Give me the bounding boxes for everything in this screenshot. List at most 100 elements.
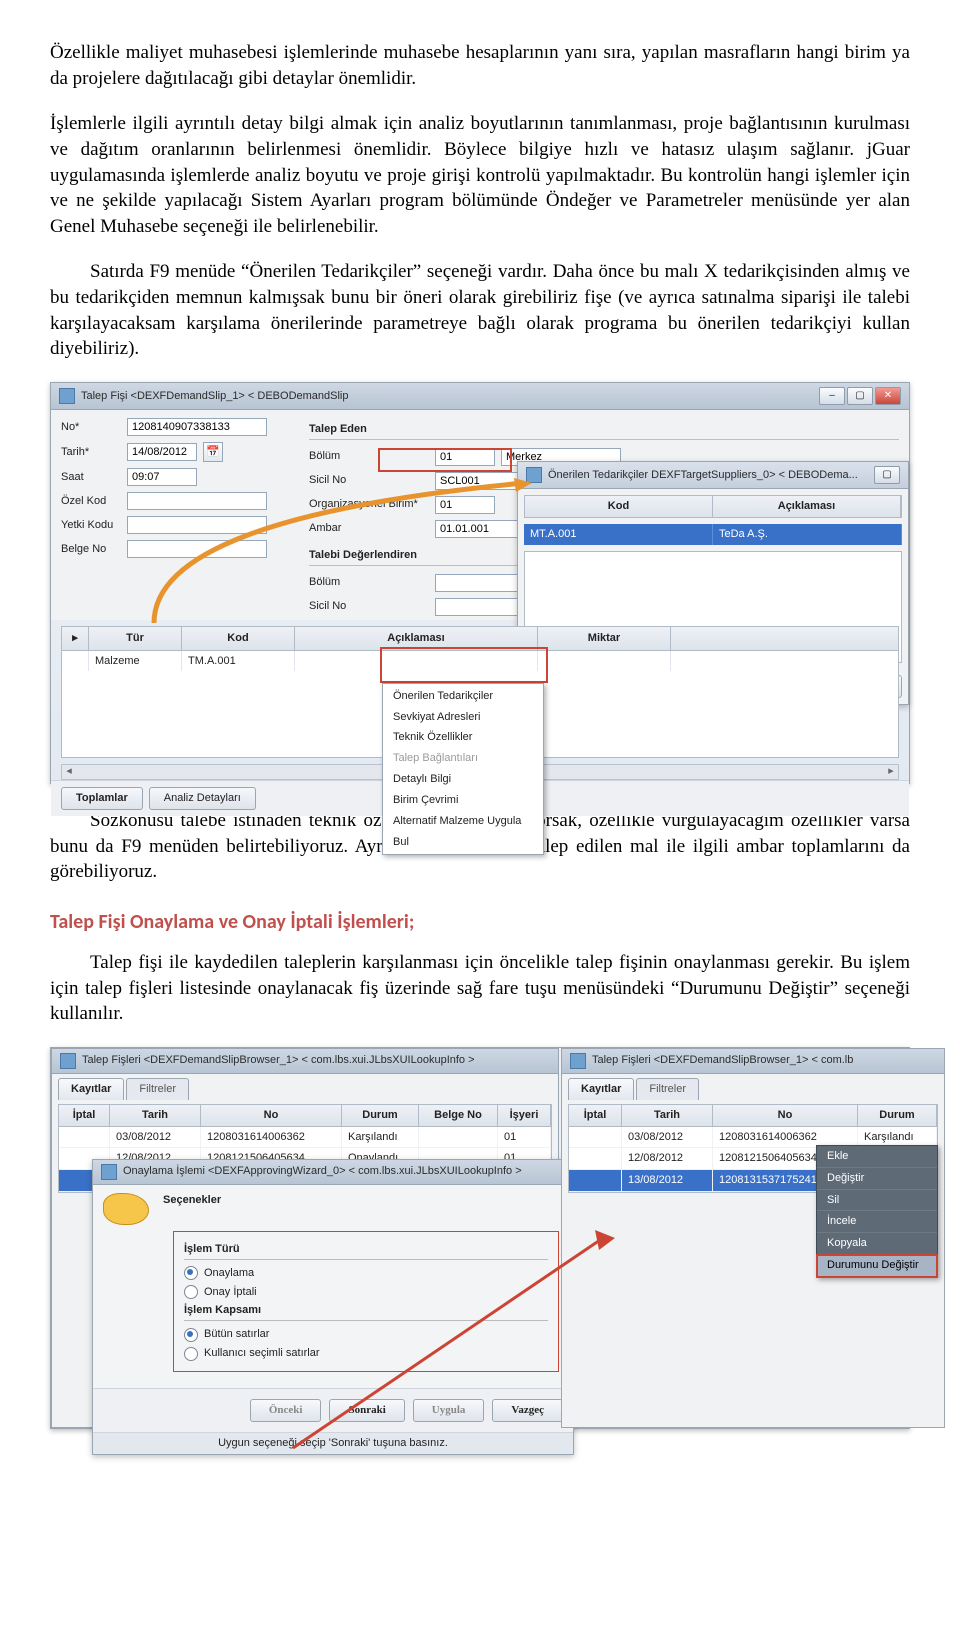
tab-kayitlar[interactable]: Kayıtlar bbox=[58, 1078, 124, 1100]
label-bolum2: Bölüm bbox=[309, 575, 429, 590]
ctx-bul[interactable]: Bul bbox=[383, 832, 543, 853]
app-icon bbox=[101, 1164, 117, 1180]
ctx-detayli[interactable]: Detaylı Bilgi bbox=[383, 769, 543, 790]
input-org[interactable] bbox=[435, 496, 495, 514]
label-yetki: Yetki Kodu bbox=[61, 518, 121, 533]
highlight-box-menu bbox=[380, 647, 548, 683]
section-heading: Talep Fişi Onaylama ve Onay İptali İşlem… bbox=[50, 909, 910, 936]
cell-tur: Malzeme bbox=[89, 651, 182, 672]
ctx-birim[interactable]: Birim Çevrimi bbox=[383, 790, 543, 811]
radio-butun[interactable]: Bütün satırlar bbox=[184, 1325, 548, 1344]
ctx-durumunu-degistir[interactable]: Durumunu Değiştir bbox=[817, 1255, 937, 1277]
paragraph-3: Satırda F9 menüde “Önerilen Tedarikçiler… bbox=[50, 259, 910, 362]
paragraph-2: İşlemlerle ilgili ayrıntılı detay bilgi … bbox=[50, 111, 910, 239]
wizard-status: Uygun seçeneği seçip 'Sonraki' tuşuna ba… bbox=[93, 1432, 573, 1454]
rcol-iptal: İptal bbox=[569, 1105, 622, 1126]
col-acik: Açıklaması bbox=[713, 496, 901, 517]
tab-filtreler-r[interactable]: Filtreler bbox=[636, 1078, 699, 1100]
highlight-box bbox=[378, 448, 512, 472]
btn-vazgec[interactable]: Vazgeç bbox=[492, 1399, 563, 1422]
rcol-tarih: Tarih bbox=[622, 1105, 713, 1126]
label-saat: Saat bbox=[61, 470, 121, 485]
maximize-button[interactable]: ▢ bbox=[847, 387, 873, 405]
btn-onceki[interactable]: Önceki bbox=[250, 1399, 322, 1422]
btn-sonraki[interactable]: Sonraki bbox=[329, 1399, 404, 1422]
radio-secimli[interactable]: Kullanıcı seçimli satırlar bbox=[184, 1344, 548, 1363]
ctx-degistir[interactable]: Değiştir bbox=[817, 1168, 937, 1190]
options-box: İşlem Türü Onaylama Onay İptali İşlem Ka… bbox=[173, 1231, 559, 1372]
right-context-menu: Ekle Değiştir Sil İncele Kopyala Durumun… bbox=[816, 1145, 938, 1278]
ctx-kopyala[interactable]: Kopyala bbox=[817, 1233, 937, 1255]
app-icon bbox=[59, 388, 75, 404]
ctx-ekle[interactable]: Ekle bbox=[817, 1146, 937, 1168]
radio-onay-iptali[interactable]: Onay İptali bbox=[184, 1283, 548, 1302]
ctx-sil[interactable]: Sil bbox=[817, 1190, 937, 1212]
group-islem-turu: İşlem Türü bbox=[184, 1242, 548, 1260]
supplier-row[interactable]: MT.A.001 TeDa A.Ş. bbox=[524, 524, 902, 545]
demand-list-and-approve: Talep Fişleri <DEXFDemandSlipBrowser_1> … bbox=[50, 1047, 910, 1429]
tab-toplamlar[interactable]: Toplamlar bbox=[61, 787, 143, 810]
lcol-iptal: İptal bbox=[59, 1105, 110, 1126]
ctx-teknik[interactable]: Teknik Özellikler bbox=[383, 727, 543, 748]
app-icon bbox=[570, 1053, 586, 1069]
lcol-isyeri: İşyeri bbox=[498, 1105, 551, 1126]
paragraph-5: Talep fişi ile kaydedilen taleplerin kar… bbox=[50, 950, 910, 1027]
window-title: Talep Fişi <DEXFDemandSlip_1> < DEBODema… bbox=[81, 389, 813, 404]
supplier-code: MT.A.001 bbox=[524, 524, 713, 545]
lcol-no: No bbox=[201, 1105, 342, 1126]
label-sicil2: Sicil No bbox=[309, 599, 429, 614]
lines-grid: ▸ Tür Kod Açıklaması Miktar Malzeme TM.A… bbox=[61, 626, 899, 758]
btn-uygula[interactable]: Uygula bbox=[413, 1399, 485, 1422]
label-ozelkod: Özel Kod bbox=[61, 494, 121, 509]
radio-label: Bütün satırlar bbox=[204, 1327, 269, 1342]
list-row[interactable]: 03/08/2012 1208031614006362 Karşılandı 0… bbox=[59, 1127, 551, 1149]
lcol-tarih: Tarih bbox=[110, 1105, 201, 1126]
label-belge: Belge No bbox=[61, 542, 121, 557]
popup-maximize[interactable]: ▢ bbox=[874, 466, 900, 484]
input-yetki[interactable] bbox=[127, 516, 267, 534]
row-marker: ▸ bbox=[62, 627, 89, 650]
tab-kayitlar-r[interactable]: Kayıtlar bbox=[568, 1078, 634, 1100]
cell: 01 bbox=[498, 1127, 551, 1148]
col-kod: Kod bbox=[182, 627, 295, 650]
wizard-icon bbox=[103, 1193, 149, 1225]
cell: 03/08/2012 bbox=[110, 1127, 201, 1148]
input-saat[interactable] bbox=[127, 468, 197, 486]
label-sicil: Sicil No bbox=[309, 473, 429, 488]
cell: 1208031614006362 bbox=[201, 1127, 342, 1148]
label-secenekler: Seçenekler bbox=[163, 1193, 221, 1225]
ctx-talep-baglantilari: Talep Bağlantıları bbox=[383, 748, 543, 769]
ctx-alternatif[interactable]: Alternatif Malzeme Uygula bbox=[383, 811, 543, 832]
left-title: Talep Fişleri <DEXFDemandSlipBrowser_1> … bbox=[82, 1053, 550, 1068]
input-ozelkod[interactable] bbox=[127, 492, 267, 510]
input-no[interactable] bbox=[127, 418, 267, 436]
paragraph-1: Özellikle maliyet muhasebesi işlemlerind… bbox=[50, 40, 910, 91]
col-kod: Kod bbox=[525, 496, 713, 517]
app-icon bbox=[526, 467, 542, 483]
lcol-durum: Durum bbox=[342, 1105, 419, 1126]
label-tarih: Tarih* bbox=[61, 445, 121, 460]
lcol-belge: Belge No bbox=[419, 1105, 498, 1126]
calendar-icon[interactable]: 📅 bbox=[203, 442, 223, 462]
app-icon bbox=[60, 1053, 76, 1069]
cell: 13/08/2012 bbox=[622, 1170, 713, 1191]
radio-onaylama[interactable]: Onaylama bbox=[184, 1264, 548, 1283]
section-talep-eden: Talep Eden bbox=[309, 422, 899, 440]
label-no: No* bbox=[61, 420, 121, 435]
minimize-button[interactable]: – bbox=[819, 387, 845, 405]
cell: 03/08/2012 bbox=[622, 1127, 713, 1148]
tab-analiz[interactable]: Analiz Detayları bbox=[149, 787, 256, 810]
window-titlebar: Talep Fişi <DEXFDemandSlip_1> < DEBODema… bbox=[51, 383, 909, 410]
ctx-onerilen[interactable]: Önerilen Tedarikçiler bbox=[383, 686, 543, 707]
input-belge[interactable] bbox=[127, 540, 267, 558]
suppliers-title: Önerilen Tedarikçiler DEXFTargetSupplier… bbox=[548, 468, 868, 483]
ctx-incele[interactable]: İncele bbox=[817, 1211, 937, 1233]
ctx-sevkiyat[interactable]: Sevkiyat Adresleri bbox=[383, 707, 543, 728]
close-button[interactable]: ✕ bbox=[875, 387, 901, 405]
rcol-no: No bbox=[713, 1105, 858, 1126]
input-tarih[interactable] bbox=[127, 443, 197, 461]
right-title: Talep Fişleri <DEXFDemandSlipBrowser_1> … bbox=[592, 1053, 936, 1068]
radio-label: Onay İptali bbox=[204, 1285, 257, 1300]
tab-filtreler[interactable]: Filtreler bbox=[126, 1078, 189, 1100]
supplier-name: TeDa A.Ş. bbox=[713, 524, 902, 545]
